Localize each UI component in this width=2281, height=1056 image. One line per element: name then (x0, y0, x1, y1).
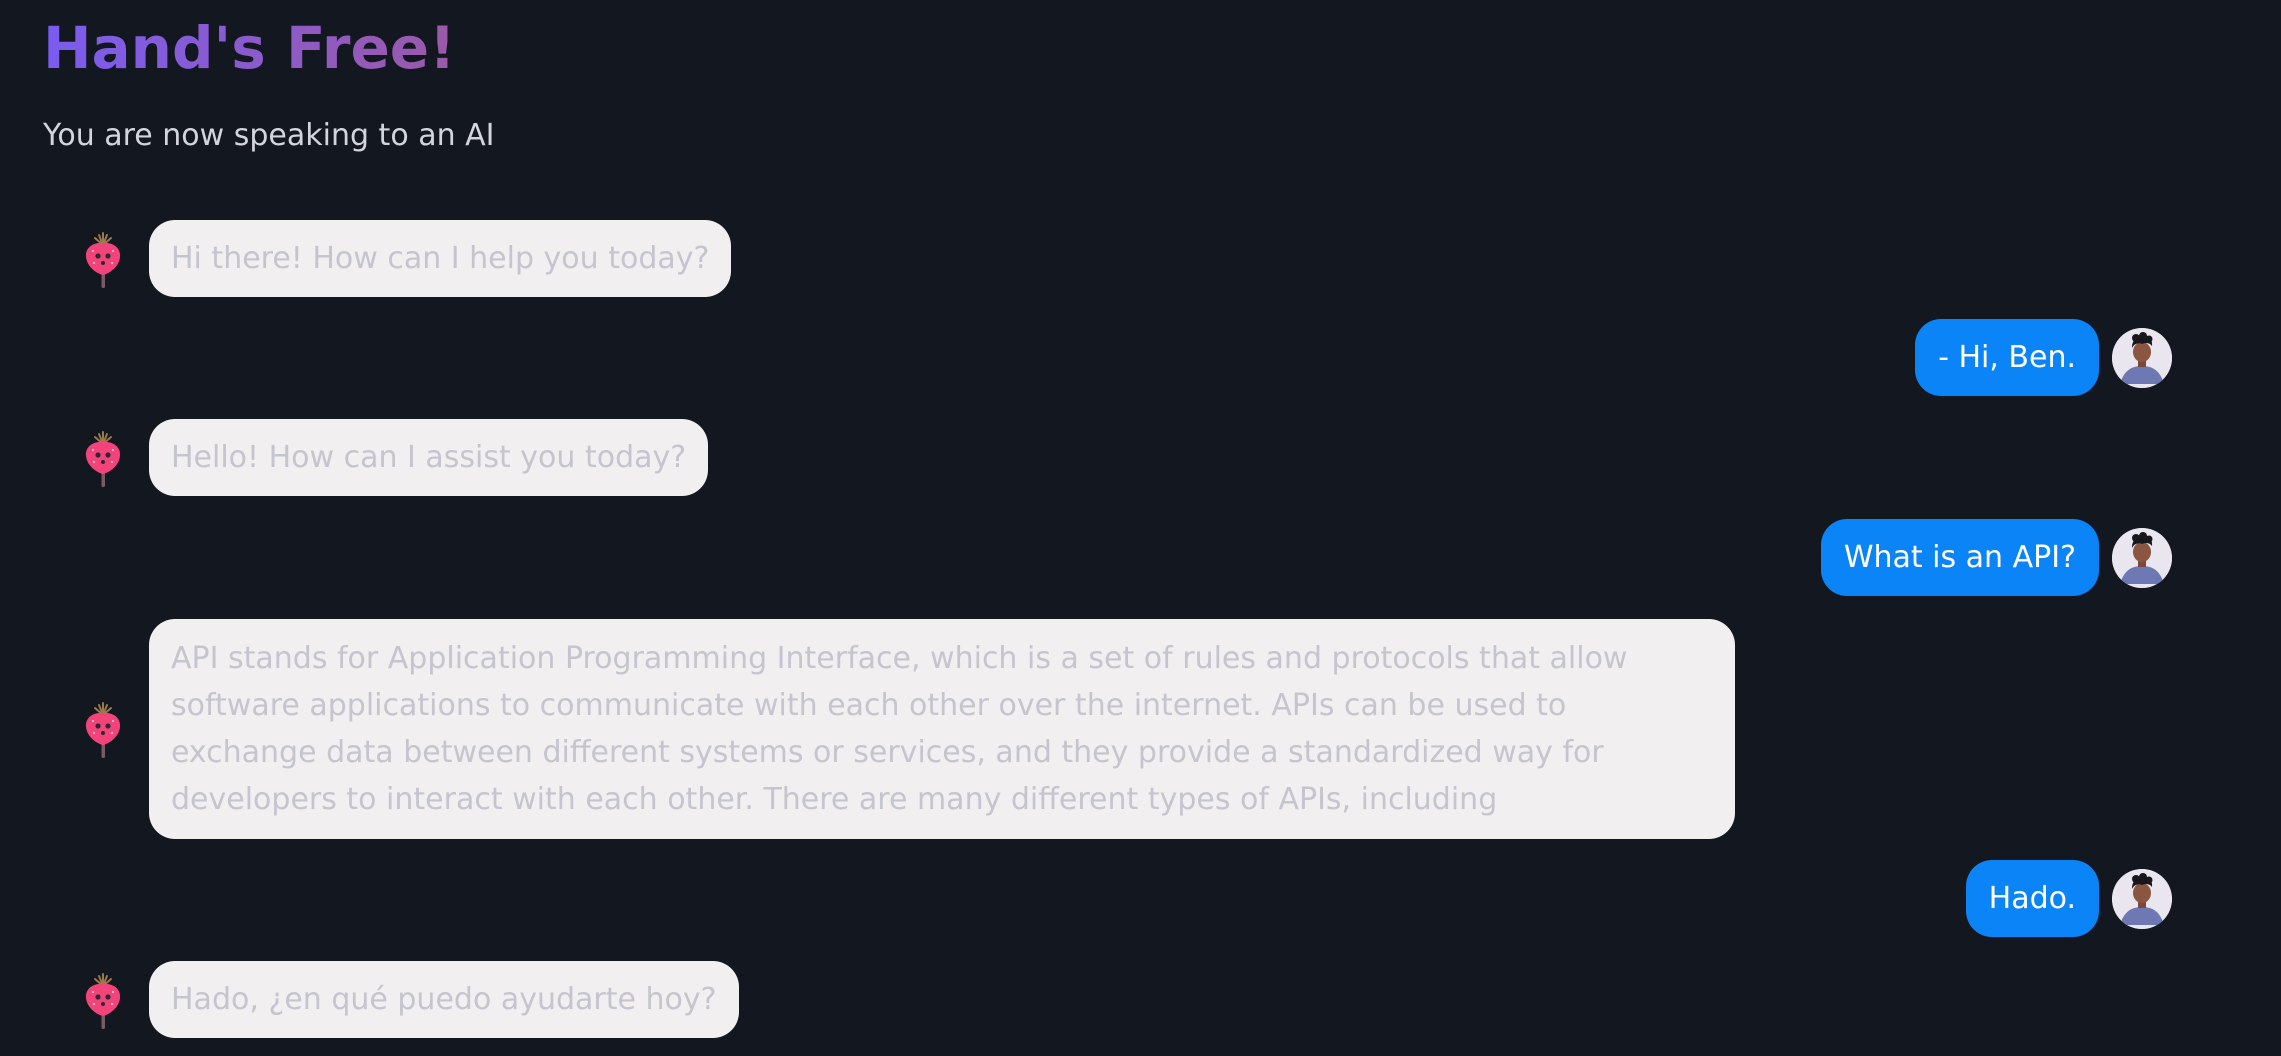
user-avatar-icon (2112, 528, 2172, 588)
bot-message-bubble: API stands for Application Programming I… (149, 619, 1735, 839)
page-subtitle: You are now speaking to an AI (43, 118, 495, 153)
page-title: Hand's Free! (43, 10, 456, 86)
user-avatar-icon (2112, 869, 2172, 929)
strawberry-bot-icon (82, 973, 124, 1031)
chat-page: Hand's Free! You are now speaking to an … (0, 0, 2281, 1056)
user-message-bubble: - Hi, Ben. (1915, 319, 2099, 396)
user-avatar-icon (2112, 328, 2172, 388)
bot-message-bubble: Hi there! How can I help you today? (149, 220, 732, 297)
strawberry-bot-icon (82, 702, 124, 760)
bot-message-bubble: Hado, ¿en qué puedo ayudarte hoy? (149, 961, 739, 1038)
strawberry-bot-icon (82, 431, 124, 489)
user-message-bubble: Hado. (1965, 860, 2099, 937)
bot-message-bubble: Hello! How can I assist you today? (149, 419, 709, 496)
strawberry-bot-icon (82, 232, 124, 290)
user-message-bubble: What is an API? (1820, 519, 2099, 596)
